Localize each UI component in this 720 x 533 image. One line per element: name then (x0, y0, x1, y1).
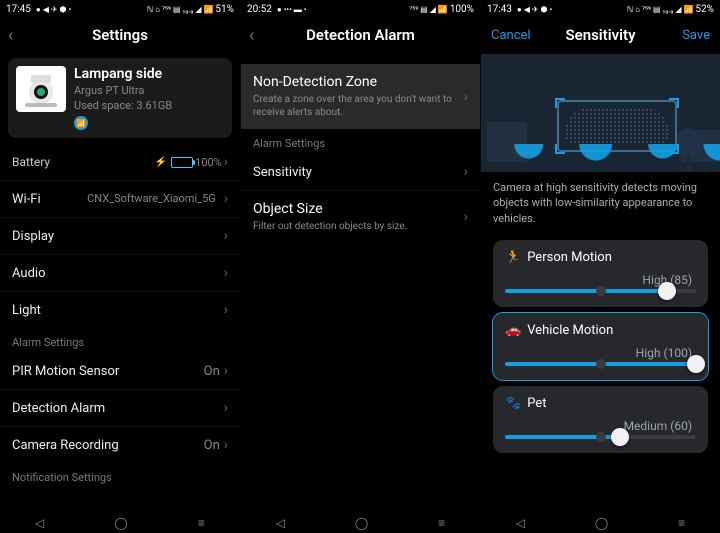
light-row[interactable]: Light› (0, 292, 240, 328)
chevron-right-icon: › (464, 89, 468, 105)
chevron-right-icon: › (224, 154, 228, 170)
bolt-icon: ⚡ (155, 157, 167, 168)
chevron-right-icon: › (224, 437, 228, 453)
back-icon[interactable]: ‹ (8, 25, 13, 46)
page-title: Settings (92, 26, 148, 44)
nav-home[interactable]: ◯ (595, 516, 608, 530)
nav-menu[interactable]: ≡ (678, 516, 685, 530)
save-button[interactable]: Save (682, 28, 710, 43)
wifi-badge-icon (74, 116, 88, 130)
status-left: 17:43 ● ◀ ✈ ⬢ • (487, 4, 552, 15)
status-bar: 20:52 ● ••• ▬ • ⁷⁵⁹ ▤ ◢ 📶100% (241, 0, 480, 18)
object-size-row[interactable]: Object Size Filter out detection objects… (241, 191, 480, 244)
slider-thumb[interactable] (687, 355, 705, 373)
chevron-right-icon: › (464, 164, 468, 180)
slider-icon: 🐾 (505, 396, 521, 411)
back-icon[interactable]: ‹ (249, 25, 254, 46)
slider-track[interactable] (505, 435, 696, 439)
nav-home[interactable]: ◯ (114, 516, 127, 530)
sensitivity-row[interactable]: Sensitivity› (241, 154, 480, 190)
sensitivity-desc: Camera at high sensitivity detects movin… (481, 172, 720, 234)
slider-track[interactable] (505, 362, 696, 366)
slider-pet[interactable]: 🐾 Pet Medium (60) (493, 386, 708, 453)
slider-label: Vehicle Motion (527, 323, 613, 338)
device-thumb (16, 66, 66, 112)
device-storage: Used space: 3.61GB (74, 99, 172, 112)
wifi-label: Wi-Fi (12, 192, 41, 207)
battery-label: Battery (12, 155, 50, 169)
android-nav: ◁ ◯ ≡ (241, 513, 480, 533)
status-bar: 17:45 ● ◀ ✈ ⬢ • ℕ ⌂ ⁷⁵⁹ ▤ ₁₀.₀ ◢ 📶51% (0, 0, 240, 18)
device-name: Lampang side (74, 66, 172, 82)
page-title: Detection Alarm (306, 26, 415, 44)
chevron-right-icon: › (224, 265, 228, 281)
battery-row[interactable]: Battery ⚡ 100% › (0, 144, 240, 180)
camera-recording-row[interactable]: Camera Recording On› (0, 427, 240, 463)
chevron-right-icon: › (224, 363, 228, 379)
slider-value-text: High (100) (505, 346, 692, 360)
status-left: 20:52 ● ••• ▬ • (247, 4, 306, 15)
wifi-value: CNX_Software_Xiaomi_5G (87, 192, 216, 205)
chevron-right-icon: › (464, 209, 468, 225)
chevron-right-icon: › (224, 191, 228, 207)
illustration (481, 54, 720, 172)
slider-thumb[interactable] (611, 428, 629, 446)
device-model: Argus PT Ultra (74, 84, 172, 97)
audio-row[interactable]: Audio› (0, 255, 240, 291)
nav-menu[interactable]: ≡ (438, 516, 445, 530)
slider-track[interactable] (505, 289, 696, 293)
chevron-right-icon: › (224, 302, 228, 318)
nav-back[interactable]: ◁ (516, 516, 525, 530)
wifi-row[interactable]: Wi-Fi CNX_Software_Xiaomi_5G › (0, 181, 240, 217)
nav-menu[interactable]: ≡ (198, 516, 205, 530)
slider-label: Person Motion (527, 250, 612, 265)
slider-icon: 🏃 (505, 250, 521, 265)
device-info: Lampang side Argus PT Ultra Used space: … (74, 66, 172, 130)
section-alarm: Alarm Settings (241, 129, 480, 154)
nav-back[interactable]: ◁ (35, 516, 44, 530)
slider-value-text: Medium (60) (505, 419, 692, 433)
nav-home[interactable]: ◯ (355, 516, 368, 530)
slider-icon: 🚗 (505, 323, 521, 338)
slider-thumb[interactable] (658, 282, 676, 300)
nav-back[interactable]: ◁ (276, 516, 285, 530)
cancel-button[interactable]: Cancel (491, 28, 531, 43)
app-bar: Cancel Sensitivity Save (481, 18, 720, 52)
status-left: 17:45 ● ◀ ✈ ⬢ • (6, 4, 71, 15)
screen-detection-alarm: 20:52 ● ••• ▬ • ⁷⁵⁹ ▤ ◢ 📶100% ‹ Detectio… (240, 0, 480, 533)
screen-sensitivity: 17:43 ● ◀ ✈ ⬢ • ℕ ⌂ ⁷⁵⁹ ▤ ₁₀.₀ ◢ 📶52% Ca… (480, 0, 720, 533)
app-bar: ‹ Settings (0, 18, 240, 52)
non-detection-zone-row[interactable]: Non-Detection Zone Create a zone over th… (241, 64, 480, 129)
status-right: ℕ ⌂ ⁷⁵⁹ ▤ ₁₀.₀ ◢ 📶52% (627, 4, 714, 15)
detection-alarm-row[interactable]: Detection Alarm› (0, 390, 240, 426)
section-notif: Notification Settings (0, 463, 240, 488)
chevron-right-icon: › (224, 228, 228, 244)
pir-row[interactable]: PIR Motion Sensor On› (0, 353, 240, 389)
slider-vehicle-motion[interactable]: 🚗 Vehicle Motion High (100) (493, 313, 708, 380)
battery-value: ⚡ 100% › (155, 154, 228, 170)
status-right: ℕ ⌂ ⁷⁵⁹ ▤ ₁₀.₀ ◢ 📶51% (147, 4, 234, 15)
android-nav: ◁ ◯ ≡ (0, 513, 240, 533)
status-right: ⁷⁵⁹ ▤ ◢ 📶100% (409, 4, 474, 15)
chevron-right-icon: › (224, 400, 228, 416)
slider-label: Pet (527, 396, 546, 411)
screen-settings: 17:45 ● ◀ ✈ ⬢ • ℕ ⌂ ⁷⁵⁹ ▤ ₁₀.₀ ◢ 📶51% ‹ … (0, 0, 240, 533)
android-nav: ◁ ◯ ≡ (481, 513, 720, 533)
section-alarm: Alarm Settings (0, 328, 240, 353)
slider-person-motion[interactable]: 🏃 Person Motion High (85) (493, 240, 708, 307)
page-title: Sensitivity (565, 26, 635, 44)
status-bar: 17:43 ● ◀ ✈ ⬢ • ℕ ⌂ ⁷⁵⁹ ▤ ₁₀.₀ ◢ 📶52% (481, 0, 720, 18)
battery-icon (171, 157, 193, 168)
display-row[interactable]: Display› (0, 218, 240, 254)
app-bar: ‹ Detection Alarm (241, 18, 480, 52)
device-card[interactable]: Lampang side Argus PT Ultra Used space: … (8, 58, 232, 138)
